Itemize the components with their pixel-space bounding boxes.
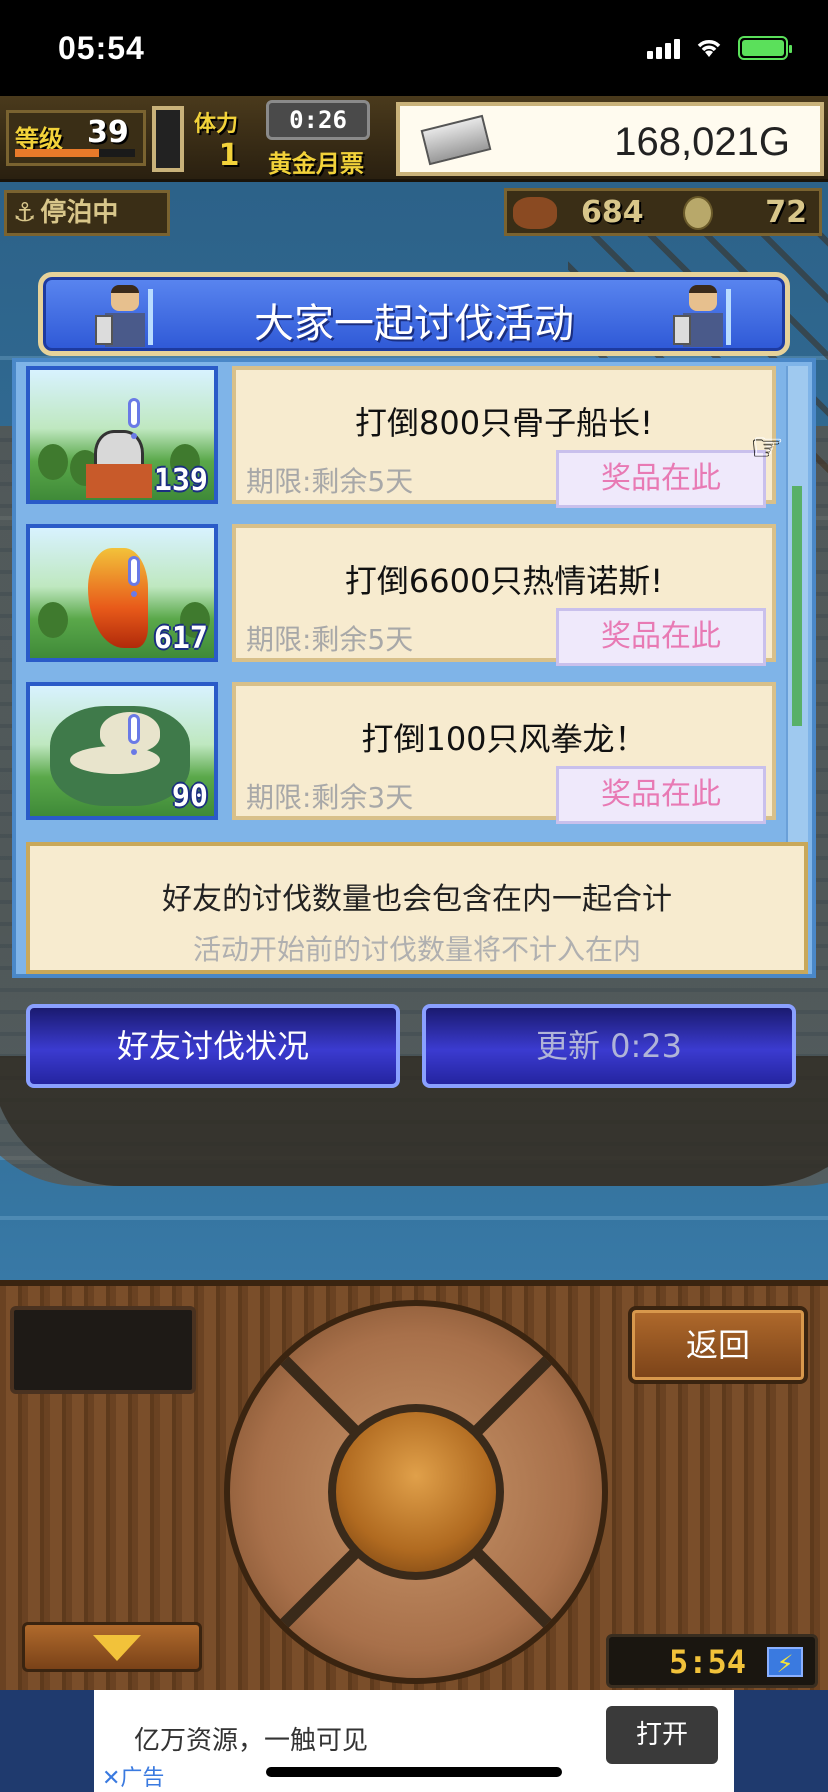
event-count: 90 (171, 779, 208, 814)
clock-time: 5:54 (669, 1643, 747, 1681)
event-card: 打倒800只骨子船长! 期限:剩余5天 奖品在此 (232, 366, 776, 508)
ad-text: 亿万资源，一触可见 (134, 1726, 369, 1756)
triangle-down-icon (93, 1635, 141, 1661)
note-sub-text: 活动开始前的讨伐数量将不计入在内 (192, 933, 641, 966)
meat-icon (513, 197, 557, 229)
level-box: 等级 39 (6, 110, 146, 166)
status-bar: 05:54 (0, 0, 828, 96)
event-title: 打倒800只骨子船长! (355, 404, 653, 442)
event-row: 617 打倒6600只热情诺斯! 期限:剩余5天 奖品在此 (26, 524, 786, 666)
ad-label[interactable]: ✕广告 (102, 1760, 164, 1792)
event-note: 好友的讨伐数量也会包含在内一起合计 活动开始前的讨伐数量将不计入在内 (26, 842, 808, 974)
mooring-label: 停泊中 (40, 198, 119, 228)
event-deadline: 期限:剩余5天 (246, 623, 414, 656)
control-wheel[interactable] (224, 1300, 608, 1684)
reward-button[interactable]: 奖品在此 (556, 766, 766, 824)
stamina-box: 体力 1 (194, 106, 264, 173)
stamina-gauge (152, 106, 184, 172)
event-list-scrollbar[interactable] (786, 366, 808, 842)
resource-1-value: 684 (581, 195, 644, 230)
console-screen (10, 1306, 196, 1394)
note-main-text: 好友的讨伐数量也会包含在内一起合计 (162, 882, 672, 917)
expand-down-button[interactable] (22, 1622, 202, 1672)
event-row: 90 打倒100只风拳龙！ 期限:剩余3天 奖品在此 (26, 682, 786, 824)
return-button[interactable]: 返回 (628, 1306, 808, 1384)
event-panel: 139 打倒800只骨子船长! 期限:剩余5天 奖品在此 617 打倒6600只… (12, 358, 816, 978)
event-card: 打倒100只风拳龙！ 期限:剩余3天 奖品在此 (232, 682, 776, 824)
mooring-status: ⚓ 停泊中 (4, 190, 170, 236)
event-deadline: 期限:剩余5天 (246, 465, 414, 498)
silver-ingot-icon (420, 114, 492, 166)
control-console: 返回 5:54 ⚡ (0, 1280, 828, 1690)
pointing-hand-icon: ☜ (752, 426, 785, 467)
gold-value: 168,021G (614, 120, 790, 164)
stamina-timer: 0:26 (266, 100, 370, 140)
medal-icon (683, 196, 713, 230)
game-clock: 5:54 ⚡ (606, 1634, 818, 1688)
resource-2-value: 72 (765, 195, 807, 230)
gold-ticket-label[interactable]: 黄金月票 (268, 144, 364, 179)
dragon-icon: 90 (26, 682, 218, 820)
event-card: 打倒6600只热情诺斯! 期限:剩余5天 奖品在此 (232, 524, 776, 666)
stamina-label: 体力 (194, 112, 239, 137)
anchor-icon: ⚓ (13, 198, 37, 228)
skeleton-captain-icon: 139 (26, 366, 218, 504)
home-indicator[interactable] (266, 1767, 562, 1777)
game-screen: 等级 39 体力 1 0:26 黄金月票 168,021G ⚓ 停泊中 684 7… (0, 96, 828, 1280)
lightning-icon: ⚡ (767, 1647, 803, 1678)
reward-button[interactable]: 奖品在此 (556, 450, 766, 508)
battery-icon (738, 36, 792, 60)
event-count: 617 (153, 621, 208, 656)
event-title: 打倒100只风拳龙！ (361, 720, 647, 758)
event-title: 打倒6600只热情诺斯! (344, 562, 664, 600)
refresh-button[interactable]: 更新 0:23 (422, 1004, 796, 1088)
stamina-value: 1 (218, 138, 240, 173)
ad-open-button[interactable]: 打开 (606, 1706, 718, 1764)
status-icons (647, 36, 792, 60)
wifi-icon (697, 40, 721, 57)
cellular-signal-icon (647, 37, 680, 59)
reward-button[interactable]: 奖品在此 (556, 608, 766, 666)
knight-icon (671, 281, 735, 357)
event-count: 139 (153, 463, 208, 498)
wheel-center-button[interactable] (328, 1404, 504, 1580)
gold-display[interactable]: 168,021G (396, 102, 824, 176)
status-time: 05:54 (58, 30, 145, 66)
event-panel-header: 大家一起讨伐活动 (38, 272, 790, 356)
event-deadline: 期限:剩余3天 (246, 781, 414, 814)
flame-monster-icon: 617 (26, 524, 218, 662)
level-value: 39 (87, 115, 129, 150)
resource-box: 684 72 (504, 188, 822, 236)
level-progress-bar (15, 149, 135, 157)
event-row: 139 打倒800只骨子船长! 期限:剩余5天 奖品在此 (26, 366, 786, 508)
friend-status-button[interactable]: 好友讨伐状况 (26, 1004, 400, 1088)
top-hud: 等级 39 体力 1 0:26 黄金月票 168,021G (0, 96, 828, 182)
